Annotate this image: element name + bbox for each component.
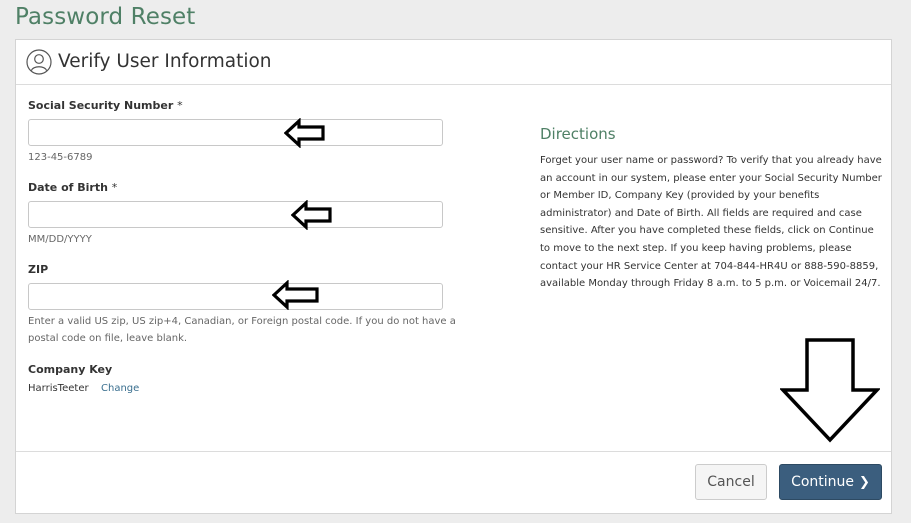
dob-hint: MM/DD/YYYY — [28, 234, 92, 245]
ssn-hint: 123-45-6789 — [28, 152, 93, 163]
ssn-label: Social Security Number * — [28, 99, 183, 112]
required-mark: * — [177, 99, 183, 112]
left-arrow-icon — [284, 118, 325, 148]
chevron-right-icon: ❯ — [859, 474, 870, 490]
zip-input[interactable] — [28, 283, 443, 310]
cancel-button-label: Cancel — [707, 474, 755, 490]
directions-text: Forget your user name or password? To ve… — [540, 155, 882, 290]
dob-label-text: Date of Birth — [28, 181, 108, 194]
zip-label: ZIP — [28, 263, 49, 276]
zip-hint: Enter a valid US zip, US zip+4, Canadian… — [28, 316, 456, 344]
company-key-value: HarrisTeeter — [28, 383, 89, 394]
continue-button[interactable]: Continue ❯ — [779, 464, 882, 500]
continue-button-label: Continue — [791, 474, 855, 490]
footer-divider — [16, 451, 891, 452]
ssn-label-text: Social Security Number — [28, 99, 174, 112]
cancel-button[interactable]: Cancel — [695, 464, 767, 500]
verify-panel: Verify User Information Social Security … — [15, 39, 892, 514]
ssn-input[interactable] — [28, 119, 443, 146]
user-circle-icon — [26, 49, 52, 75]
page-title: Password Reset — [15, 4, 196, 30]
required-mark: * — [111, 181, 118, 194]
left-arrow-icon — [272, 280, 319, 310]
change-company-key-link[interactable]: Change — [101, 383, 139, 394]
panel-title: Verify User Information — [58, 51, 272, 72]
panel-header: Verify User Information — [16, 40, 891, 85]
left-arrow-icon — [291, 200, 332, 230]
directions-title: Directions — [540, 125, 616, 143]
dob-input[interactable] — [28, 201, 443, 228]
down-arrow-icon — [780, 338, 880, 443]
company-key-label: Company Key — [28, 363, 113, 376]
dob-label: Date of Birth * — [28, 181, 117, 194]
